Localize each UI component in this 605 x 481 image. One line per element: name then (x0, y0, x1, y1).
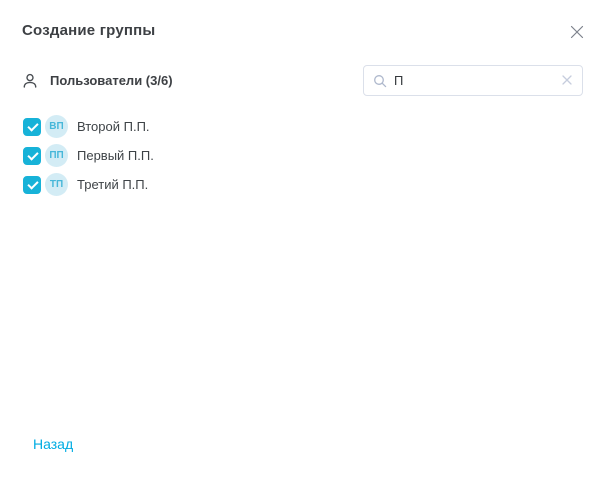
search-box (363, 65, 583, 96)
clear-icon (562, 73, 572, 88)
person-icon (22, 73, 38, 89)
clear-search-button[interactable] (559, 73, 575, 89)
search-input[interactable] (364, 66, 582, 95)
avatar: ТП (45, 173, 68, 196)
create-group-dialog: Создание группы Пользователи (3/6) (0, 0, 605, 481)
dialog-title: Создание группы (22, 22, 583, 39)
avatar: ПП (45, 144, 68, 167)
user-list: ВП Второй П.П. ПП Первый П.П. ТП Третий … (0, 112, 605, 199)
user-list-item: ВП Второй П.П. (23, 112, 605, 141)
users-toolbar: Пользователи (3/6) (0, 65, 605, 96)
user-list-item: ПП Первый П.П. (23, 141, 605, 170)
user-checkbox[interactable] (23, 176, 41, 194)
user-list-item: ТП Третий П.П. (23, 170, 605, 199)
close-icon (570, 25, 584, 39)
user-name: Второй П.П. (77, 119, 150, 134)
avatar: ВП (45, 115, 68, 138)
user-checkbox[interactable] (23, 118, 41, 136)
users-count-label: Пользователи (3/6) (50, 73, 173, 88)
close-button[interactable] (567, 22, 587, 42)
user-checkbox[interactable] (23, 147, 41, 165)
users-header: Пользователи (3/6) (22, 73, 173, 89)
back-button[interactable]: Назад (33, 436, 73, 452)
dialog-header: Создание группы (0, 0, 605, 39)
user-name: Первый П.П. (77, 148, 154, 163)
user-name: Третий П.П. (77, 177, 148, 192)
dialog-footer: Назад (33, 436, 73, 454)
